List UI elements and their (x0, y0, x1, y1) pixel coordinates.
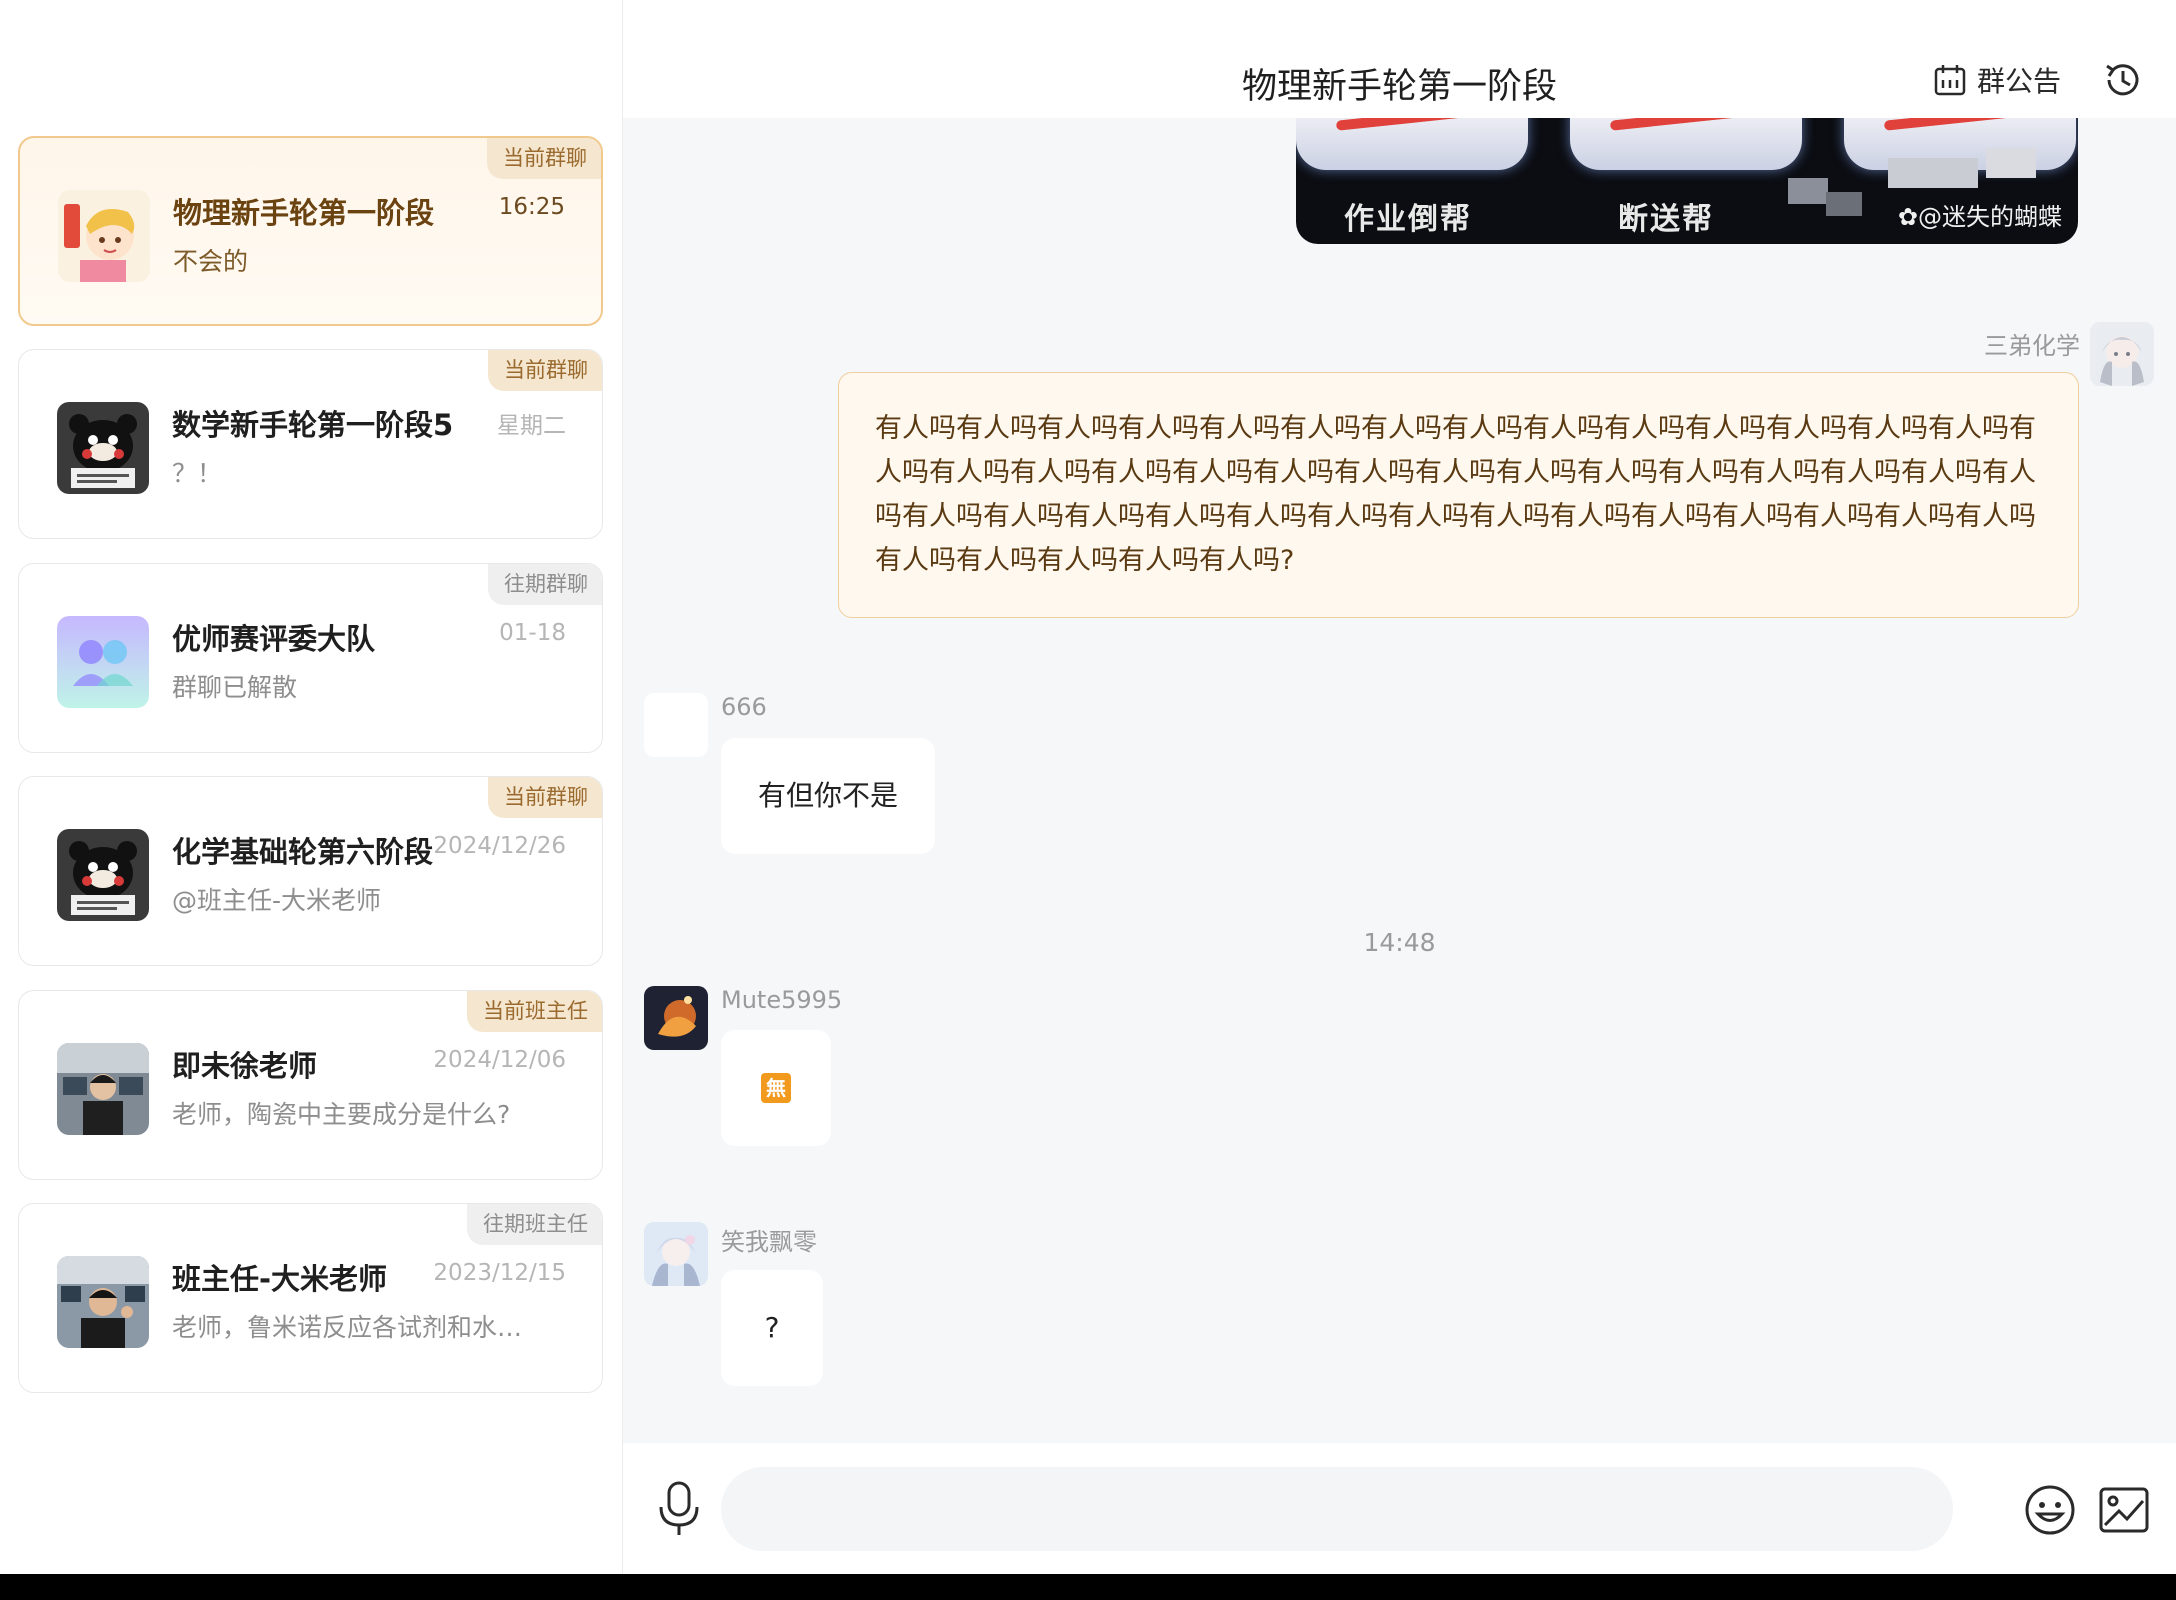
announcement-label: 群公告 (1977, 65, 2062, 98)
user-avatar[interactable] (644, 986, 708, 1050)
message-bubble[interactable]: 無 (721, 1030, 831, 1146)
conversation-preview: 老师，鲁米诺反应各试剂和水… (172, 1313, 523, 1342)
user-avatar[interactable] (644, 693, 708, 757)
conversation-preview: @班主任-大米老师 (172, 886, 382, 915)
badge-current-group: 当前群聊 (487, 138, 601, 179)
conversation-title: 班主任-大米老师 (172, 1262, 388, 1296)
conversation-title: 数学新手轮第一阶段5 (172, 408, 454, 442)
conversation-item-chemistry[interactable]: 当前群聊 化学基础轮第六阶段 2024/12/26 @班主任-大米老师 (18, 776, 603, 966)
weibo-icon: ✿ (1897, 203, 1918, 231)
teacher-avatar (57, 1256, 149, 1348)
message-input[interactable] (721, 1467, 1953, 1551)
conversation-preview: 老师，陶瓷中主要成分是什么? (172, 1100, 511, 1129)
pixelated-area (1788, 178, 1828, 204)
group-avatar (57, 616, 149, 708)
conversation-item-math-newbie[interactable]: 当前群聊 数学新手轮第一阶段5 星期二 ？！ (18, 349, 603, 539)
badge-current-teacher: 当前班主任 (467, 991, 602, 1032)
conversation-time: 星期二 (497, 413, 566, 439)
conversation-time: 16:25 (498, 194, 565, 220)
conversation-item-physics-newbie[interactable]: 当前群聊 物理新手轮第一阶段 16:25 不会的 (18, 136, 603, 326)
conversation-sidebar: 当前群聊 物理新手轮第一阶段 16:25 不会的 当前群聊 数学新手轮第一阶段5… (0, 0, 623, 1574)
conversation-time: 01-18 (499, 620, 566, 646)
history-clock-icon (2106, 64, 2139, 96)
message-list[interactable]: 作业倒帮 断送帮 ✿@迷失的蝴蝶 三弟化学 有人吗有人吗有人吗有人吗有人吗有人吗… (623, 118, 2176, 1443)
conversation-title: 化学基础轮第六阶段 (172, 835, 434, 869)
pixelated-area (1826, 192, 1862, 216)
image-icon (2099, 1487, 2149, 1533)
conversation-time: 2024/12/06 (433, 1047, 566, 1073)
voice-button[interactable] (655, 1479, 703, 1539)
history-button[interactable] (2101, 58, 2145, 102)
badge-current-group: 当前群聊 (488, 350, 602, 391)
conversation-time: 2023/12/15 (433, 1260, 566, 1286)
image-tile (1570, 118, 1802, 170)
conversation-preview: 不会的 (173, 247, 249, 276)
user-avatar[interactable] (644, 1222, 708, 1286)
sender-name: 666 (721, 693, 767, 721)
conversation-time: 2024/12/26 (433, 833, 566, 859)
group-avatar (57, 829, 149, 921)
my-avatar[interactable] (2090, 322, 2154, 386)
shared-image-message[interactable]: 作业倒帮 断送帮 ✿@迷失的蝴蝶 (1296, 118, 2078, 244)
image-watermark: ✿@迷失的蝴蝶 (1897, 203, 2062, 231)
conversation-preview: 群聊已解散 (172, 673, 298, 702)
group-avatar (58, 190, 150, 282)
image-tile (1296, 118, 1528, 170)
badge-past-group: 往期群聊 (488, 564, 602, 605)
message-timestamp: 14:48 (1363, 928, 1436, 957)
group-avatar (57, 402, 149, 494)
image-label: 作业倒帮 (1344, 202, 1472, 237)
conversation-item-teacher-dami[interactable]: 往期班主任 班主任-大米老师 2023/12/15 老师，鲁米诺反应各试剂和水… (18, 1203, 603, 1393)
message-bubble-mine[interactable]: 有人吗有人吗有人吗有人吗有人吗有人吗有人吗有人吗有人吗有人吗有人吗有人吗有人吗有… (838, 372, 2079, 618)
badge-current-group: 当前群聊 (488, 777, 602, 818)
image-button[interactable] (2097, 1483, 2151, 1537)
conversation-item-teacher-xu[interactable]: 当前班主任 即未徐老师 2024/12/06 老师，陶瓷中主要成分是什么? (18, 990, 603, 1180)
chat-panel: 物理新手轮第一阶段 群公告 作业倒帮 断送帮 ✿@迷失的蝴蝶 三弟化学 有人吗有… (623, 0, 2176, 1574)
image-label: 断送帮 (1618, 202, 1714, 237)
smiley-icon (2025, 1485, 2075, 1535)
message-bubble[interactable]: 有但你不是 (721, 738, 935, 854)
conversation-title: 优师赛评委大队 (172, 622, 376, 656)
input-bar (623, 1443, 2176, 1574)
sender-name: 三弟化学 (1984, 332, 2080, 360)
conversation-item-judges[interactable]: 往期群聊 优师赛评委大队 01-18 群聊已解散 (18, 563, 603, 753)
emoji-button[interactable] (2023, 1483, 2077, 1537)
chat-header: 物理新手轮第一阶段 群公告 (623, 0, 2176, 118)
sender-name: Mute5995 (721, 986, 843, 1014)
announcement-button[interactable]: 群公告 (1933, 60, 2061, 100)
system-nav-bar (0, 1574, 2176, 1600)
badge-past-teacher: 往期班主任 (467, 1204, 602, 1245)
none-emoji-icon: 無 (761, 1073, 791, 1103)
microphone-icon (659, 1481, 699, 1535)
pixelated-area (1986, 148, 2036, 178)
pixelated-area (1888, 158, 1978, 188)
calendar-icon (1933, 63, 1967, 97)
sender-name: 笑我飘零 (721, 1228, 817, 1256)
teacher-avatar (57, 1043, 149, 1135)
conversation-title: 物理新手轮第一阶段 (173, 196, 435, 230)
conversation-preview: ？！ (172, 459, 223, 488)
message-bubble[interactable]: ? (721, 1270, 823, 1386)
conversation-title: 即未徐老师 (172, 1049, 318, 1083)
